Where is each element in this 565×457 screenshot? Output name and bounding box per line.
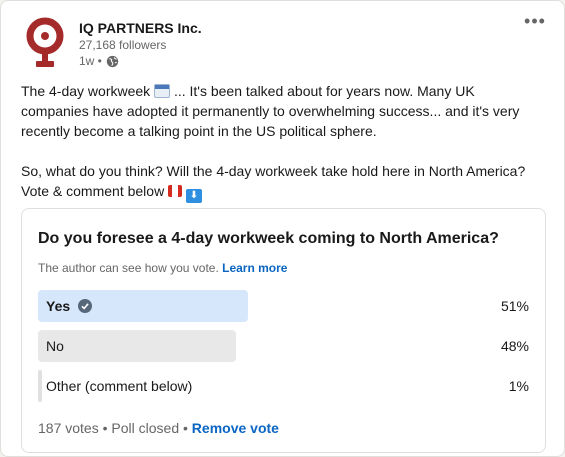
globe-icon [106,55,119,67]
poll-question: Do you foresee a 4-day workweek coming t… [38,230,499,247]
poll-option-label: Yes [46,298,71,314]
poll-option-label: Other (comment below) [46,378,193,394]
vote-count: 187 votes [38,420,99,436]
poll-option-percent: 48% [500,338,529,354]
poll-footer: 187 votes • Poll closed • Remove vote [38,420,279,436]
more-options-icon[interactable]: ••• [523,12,547,35]
author-info: IQ PARTNERS Inc. 27,168 followers 1w • [79,19,202,69]
poll-option-percent: 1% [508,378,529,394]
poll-note-text: The author can see how you vote. [38,261,219,275]
poll-option-bar [38,330,236,362]
poll-option-bar [38,370,42,402]
canada-flag-emoji-icon [168,185,183,197]
post-body: The 4-day workweek ... It's been talked … [21,81,546,203]
post-meta: 1w • [79,53,202,69]
post-text-line1: The 4-day workweek [21,83,151,99]
poll: Do you foresee a 4-day workweek coming t… [21,208,546,453]
poll-option-no[interactable]: No 48% [38,330,529,362]
down-arrow-emoji-icon: ⬇ [185,189,202,203]
calendar-emoji-icon [154,84,171,98]
poll-status: Poll closed [111,420,180,436]
follower-count: 27,168 followers [79,38,167,52]
post-time: 1w • [79,54,102,68]
post-card: IQ PARTNERS Inc. 27,168 followers 1w • •… [0,0,565,457]
learn-more-link[interactable]: Learn more [222,261,287,275]
poll-option-other[interactable]: Other (comment below) 1% [38,370,529,402]
post-text-line2: So, what do you think? Will the 4-day wo… [21,163,526,199]
post-header: IQ PARTNERS Inc. 27,168 followers 1w • •… [21,12,551,73]
author-name[interactable]: IQ PARTNERS Inc. [79,19,202,37]
poll-visibility-note: The author can see how you vote. Learn m… [38,260,287,276]
poll-option-label: No [46,338,64,354]
company-logo[interactable] [23,17,67,71]
checkmark-icon [78,299,93,313]
poll-option-percent: 51% [500,298,529,314]
remove-vote-link[interactable]: Remove vote [192,420,279,436]
poll-option-yes[interactable]: Yes 51% [38,290,529,322]
